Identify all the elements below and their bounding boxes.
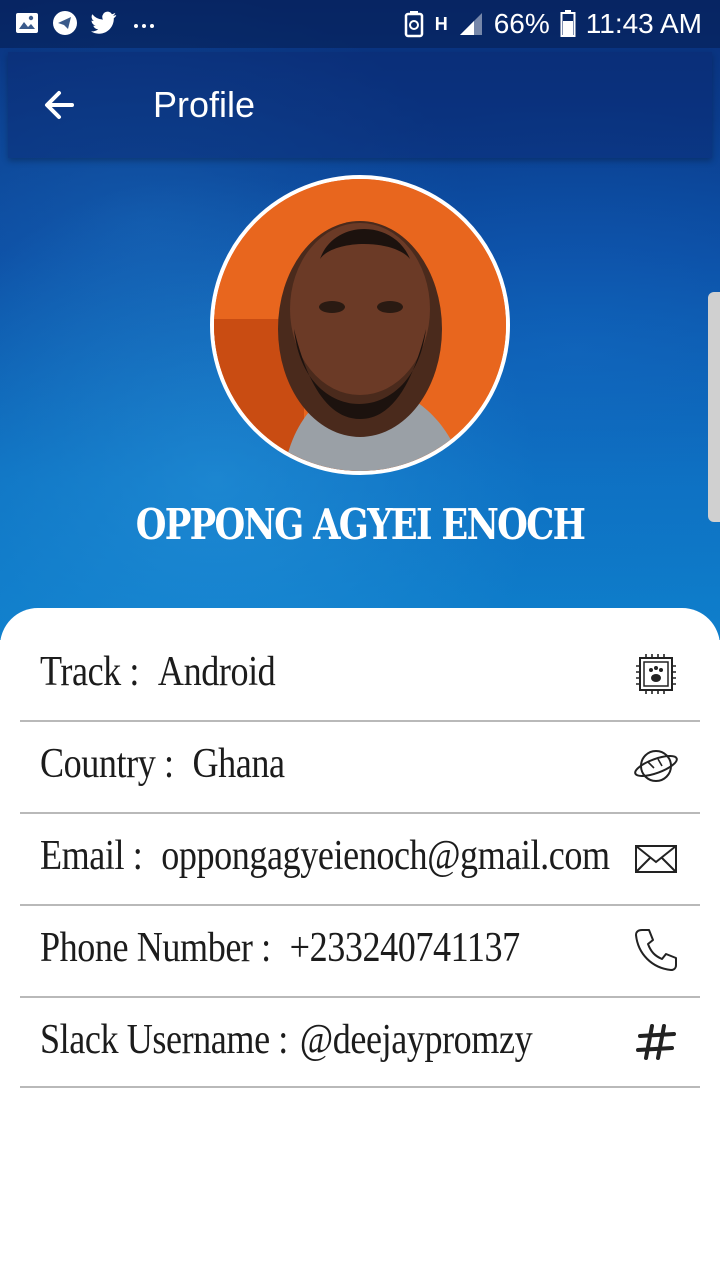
detail-text: Slack Username : @deejaypromzy [40, 1016, 533, 1064]
phone-icon[interactable] [632, 926, 680, 974]
detail-text: Phone Number : +233240741137 [40, 924, 520, 972]
detail-text: Email : oppongagyeienoch@gmail.com [40, 832, 610, 880]
profile-name: OPPONG AGYEI ENOCH [135, 500, 586, 549]
detail-row-slack: Slack Username : @deejaypromzy [20, 996, 700, 1088]
more-dots-icon [134, 24, 154, 28]
status-left-icons [14, 10, 158, 36]
battery-icon [560, 10, 576, 37]
recycle-icon [404, 11, 423, 38]
detail-row-country: Country : Ghana [20, 720, 700, 814]
page-title: Profile [153, 84, 256, 125]
email-label: Email : [40, 833, 143, 879]
phone-label: Phone Number : [40, 925, 271, 971]
mail-icon[interactable] [632, 834, 680, 882]
track-value: Android [157, 649, 276, 695]
signal-icon [459, 13, 482, 35]
detail-text: Track : Android [40, 648, 276, 696]
detail-text: Country : Ghana [40, 740, 285, 788]
country-value: Ghana [192, 741, 286, 787]
detail-row-email: Email : oppongagyeienoch@gmail.com [20, 812, 700, 906]
back-arrow-icon[interactable] [38, 82, 84, 128]
slack-label: Slack Username : [40, 1017, 288, 1063]
status-bar: H 66% 11:43 AM [0, 0, 720, 48]
avatar-portrait [214, 179, 506, 471]
phone-value[interactable]: +233240741137 [290, 925, 521, 971]
network-type: H [434, 13, 448, 34]
email-value[interactable]: oppongagyeienoch@gmail.com [161, 833, 610, 879]
status-right-icons: H 66% 11:43 AM [403, 8, 702, 40]
country-label: Country : [40, 741, 174, 787]
track-label: Track : [40, 649, 140, 695]
detail-row-phone: Phone Number : +233240741137 [20, 904, 700, 998]
hashtag-icon [636, 1024, 676, 1060]
gallery-icon [16, 13, 38, 33]
slack-value[interactable]: @deejaypromzy [300, 1017, 533, 1063]
detail-row-track: Track : Android [20, 628, 700, 722]
planet-icon [634, 750, 678, 782]
chip-icon [636, 654, 676, 694]
twitter-icon [91, 11, 117, 34]
edge-panel-handle[interactable] [708, 292, 720, 522]
details-card: Track : Android Country : Ghana Email : opp… [0, 608, 720, 1280]
telegram-icon [53, 11, 77, 35]
app-bar: Profile [8, 52, 712, 158]
profile-avatar [210, 175, 510, 475]
status-time: 11:43 AM [585, 8, 702, 39]
battery-percent: 66% [493, 8, 550, 39]
